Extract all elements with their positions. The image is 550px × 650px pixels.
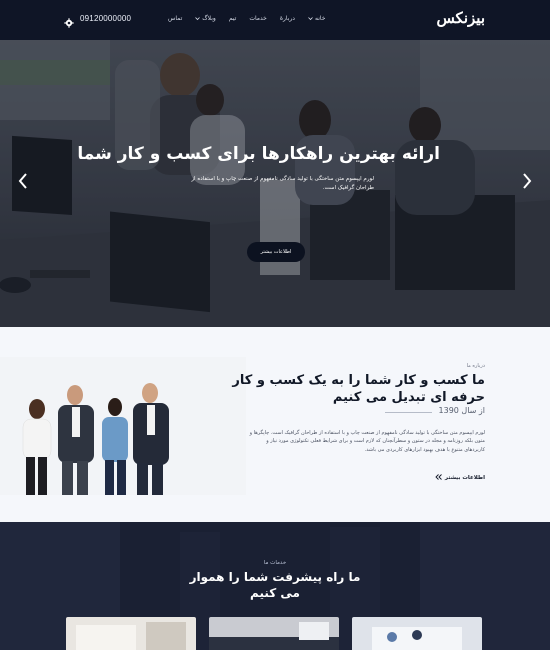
slider-prev-arrow-icon[interactable]: [17, 172, 29, 190]
double-chevron-left-icon: [435, 474, 442, 482]
site-header: 09120000000 خانه دربارۀ خدمات تیم وبلاگ …: [0, 0, 550, 40]
divider: [385, 412, 432, 413]
services-section: خدمات ما ما راه پیشرفت شما را هموار می ک…: [0, 522, 550, 650]
page: 09120000000 خانه دربارۀ خدمات تیم وبلاگ …: [0, 0, 550, 650]
about-title: ما کسب و کار شما را به یک کسب و کار حرفه…: [232, 373, 485, 405]
settings-icon[interactable]: [64, 13, 74, 28]
services-title: ما راه پیشرفت شما را هموار می کنیم: [189, 570, 361, 600]
about-more-link[interactable]: اطلاعات بیشتر: [435, 474, 485, 482]
nav-item-label: وبلاگ: [202, 15, 216, 22]
nav-item-home[interactable]: خانه: [308, 15, 325, 22]
service-card-1[interactable]: [66, 617, 196, 650]
team-photo: [0, 357, 246, 495]
since-year: از سال 1390: [438, 406, 485, 415]
nav-item-team[interactable]: تیم: [229, 15, 236, 22]
nav-item-about[interactable]: دربارۀ: [280, 15, 295, 22]
phone-number[interactable]: 09120000000: [80, 14, 131, 23]
nav-item-label: تماس: [168, 15, 183, 22]
service-card-3[interactable]: [352, 617, 482, 650]
nav-item-label: خانه: [314, 15, 326, 22]
about-description: لورم ایپسوم متن ساختگی با تولید سادگی نا…: [249, 430, 485, 453]
nav-item-label: خدمات: [249, 15, 267, 22]
services-kicker: خدمات ما: [263, 560, 287, 566]
nav-item-contact[interactable]: تماس: [168, 15, 182, 22]
nav-item-label: تیم: [228, 15, 237, 22]
hero-slider: ارائه بهترین راهکارها برای کسب و کار شما…: [0, 40, 550, 327]
chevron-down-icon: [195, 16, 201, 21]
hero-description: لورم ایپسوم متن ساختگی با تولید سادگی نا…: [191, 176, 374, 191]
main-nav: خانه دربارۀ خدمات تیم وبلاگ تماس: [168, 15, 325, 22]
slider-next-arrow-icon[interactable]: [521, 172, 533, 190]
phone-contact[interactable]: 09120000000: [64, 13, 131, 28]
nav-item-blog[interactable]: وبلاگ: [195, 15, 216, 22]
nav-item-label: دربارۀ: [279, 15, 295, 22]
nav-item-services[interactable]: خدمات: [249, 15, 267, 22]
hero-more-button[interactable]: اطلاعات بیشتر: [247, 242, 305, 262]
chevron-down-icon: [308, 16, 313, 21]
service-card-2[interactable]: [209, 617, 339, 650]
about-kicker: درباره ما: [466, 363, 485, 369]
hero-title: ارائه بهترین راهکارها برای کسب و کار شما: [77, 144, 440, 164]
about-more-label: اطلاعات بیشتر: [444, 475, 485, 481]
site-logo[interactable]: بیزنکس: [436, 9, 485, 27]
about-section: درباره ما ما کسب و کار شما را به یک کسب …: [0, 327, 550, 522]
